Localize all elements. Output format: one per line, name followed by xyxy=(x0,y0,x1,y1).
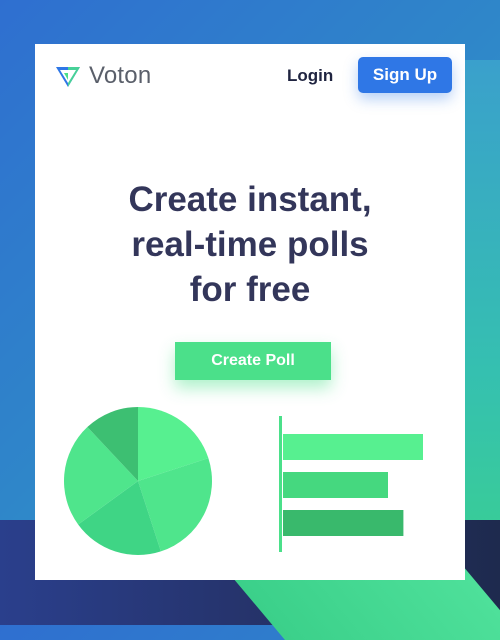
login-link[interactable]: Login xyxy=(287,66,333,86)
v-check-logo-icon xyxy=(56,67,80,87)
headline-line-3: for free xyxy=(189,270,311,309)
headline-line-1: Create instant, xyxy=(128,180,372,219)
sign-up-button[interactable]: Sign Up xyxy=(358,57,452,93)
brand[interactable]: Voton xyxy=(55,62,151,90)
bar-chart-illustration xyxy=(279,416,423,552)
bar-2 xyxy=(283,472,388,498)
pie-chart-illustration xyxy=(64,407,213,555)
bar-1 xyxy=(283,434,423,460)
brand-name: Voton xyxy=(89,62,152,89)
background-teal-band xyxy=(465,60,500,580)
headline-line-2: real-time polls xyxy=(131,225,369,264)
create-poll-button[interactable]: Create Poll xyxy=(175,342,331,380)
bar-chart-axis xyxy=(279,416,282,552)
bar-3 xyxy=(283,510,404,536)
hero-headline: Create instant, real-time polls for free xyxy=(35,177,465,312)
landing-card: Voton Login Sign Up Create instant, real… xyxy=(35,44,465,580)
